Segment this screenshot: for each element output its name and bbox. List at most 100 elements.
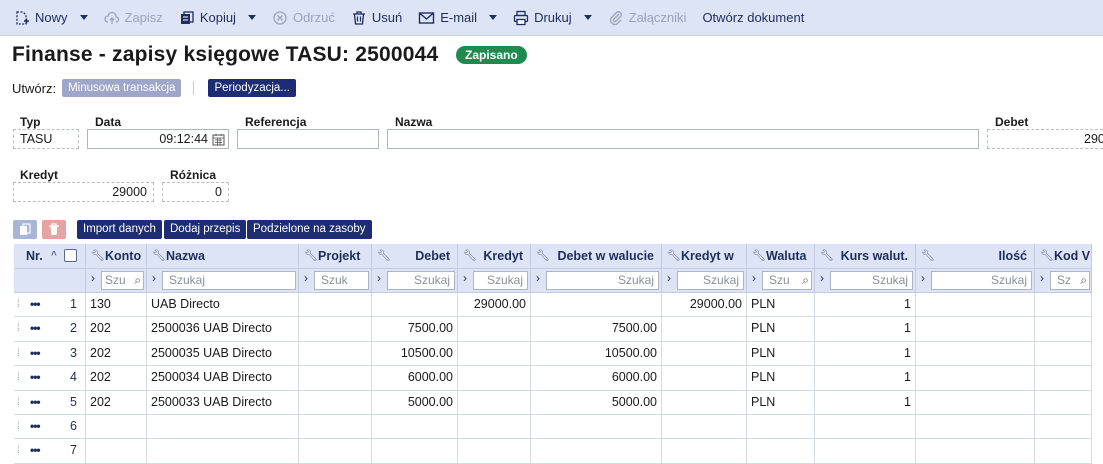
cell-waluta[interactable]: PLN — [747, 366, 815, 391]
debit-field[interactable]: 29000 — [987, 129, 1103, 149]
chevron-right-icon[interactable]: › — [377, 271, 381, 285]
more-options-icon[interactable]: ••• — [30, 439, 41, 462]
more-options-icon[interactable]: ••• — [30, 293, 41, 316]
table-row[interactable]: ⁞ ••• 1 130 UAB Directo 29000.00 29000.00 PLN 1 — [14, 293, 1092, 318]
cell-waluta[interactable] — [747, 439, 815, 464]
column-header-projekt[interactable]: 🔧︎ Projekt — [299, 244, 372, 269]
periodization-button[interactable]: Periodyzacja... — [208, 79, 296, 97]
cell-debet[interactable]: 6000.00 — [372, 366, 458, 391]
chevron-right-icon[interactable]: › — [752, 271, 756, 285]
cell-kod[interactable] — [1035, 415, 1092, 440]
chevron-right-icon[interactable]: › — [463, 271, 467, 285]
cell-kredyt[interactable] — [458, 341, 531, 367]
cell-kod[interactable] — [1035, 366, 1092, 391]
drag-handle-icon[interactable]: ⁞ — [17, 415, 20, 438]
row-number-cell[interactable]: ⁞ ••• 5 — [14, 390, 86, 415]
cell-kurs[interactable]: 1 — [815, 390, 916, 415]
drag-handle-icon[interactable]: ⁞ — [17, 293, 20, 316]
drag-handle-icon[interactable]: ⁞ — [17, 342, 20, 365]
chevron-right-icon[interactable]: › — [667, 271, 671, 285]
cell-nazwa[interactable] — [147, 415, 299, 440]
cell-kredyt-w[interactable] — [662, 317, 747, 342]
cell-projekt[interactable] — [299, 439, 372, 464]
cell-debet[interactable]: 5000.00 — [372, 390, 458, 415]
calendar-icon[interactable] — [212, 133, 225, 146]
drag-handle-icon[interactable]: ⁞ — [17, 366, 20, 389]
more-options-icon[interactable]: ••• — [30, 317, 41, 340]
save-button[interactable]: Zapisz — [103, 0, 163, 36]
chevron-right-icon[interactable]: › — [921, 271, 925, 285]
copy-button[interactable]: Kopiuj — [179, 0, 256, 36]
cell-ilosc[interactable] — [916, 317, 1035, 342]
cell-nazwa[interactable]: 2500034 UAB Directo — [147, 366, 299, 391]
chevron-right-icon[interactable]: › — [536, 271, 540, 285]
delete-row-button[interactable] — [42, 220, 66, 239]
more-options-icon[interactable]: ••• — [30, 391, 41, 414]
row-number-cell[interactable]: ⁞ ••• 6 — [14, 415, 86, 440]
cell-kredyt[interactable] — [458, 317, 531, 342]
new-button[interactable]: Nowy — [14, 0, 88, 36]
table-row[interactable]: ⁞ ••• 4 202 2500034 UAB Directo 6000.00 6000.0… — [14, 366, 1092, 391]
select-all-checkbox[interactable] — [64, 249, 77, 262]
copy-caret-icon[interactable] — [247, 15, 256, 20]
cell-kod[interactable] — [1035, 439, 1092, 464]
new-caret-icon[interactable] — [79, 15, 88, 20]
cell-kredyt-w[interactable] — [662, 439, 747, 464]
cell-nazwa[interactable]: 2500035 UAB Directo — [147, 341, 299, 367]
cell-kredyt-w[interactable] — [662, 366, 747, 391]
cell-kurs[interactable] — [815, 439, 916, 464]
table-row[interactable]: ⁞ ••• 6 — [14, 415, 1092, 440]
column-header-kod[interactable]: 🔧︎ Kod V — [1035, 244, 1092, 269]
cell-projekt[interactable] — [299, 293, 372, 318]
filter-kurs[interactable]: Szukaj — [830, 271, 913, 290]
cell-kredyt[interactable] — [458, 366, 531, 391]
column-header-kurs[interactable]: 🔧︎ Kurs walut. — [815, 244, 916, 269]
table-row[interactable]: ⁞ ••• 3 202 2500035 UAB Directo 10500.00 10500… — [14, 341, 1092, 367]
cell-nazwa[interactable]: 2500036 UAB Directo — [147, 317, 299, 342]
chevron-right-icon[interactable]: › — [1040, 271, 1044, 285]
filter-waluta[interactable]: Szu ⌕ — [762, 271, 812, 290]
cell-kod[interactable] — [1035, 341, 1092, 367]
cell-konto[interactable] — [86, 415, 147, 440]
cell-ilosc[interactable] — [916, 390, 1035, 415]
cell-debet-w[interactable]: 5000.00 — [531, 390, 662, 415]
cell-kredyt[interactable]: 29000.00 — [458, 293, 531, 318]
table-row[interactable]: ⁞ ••• 7 — [14, 439, 1092, 464]
cell-kredyt[interactable] — [458, 415, 531, 440]
cell-debet[interactable] — [372, 439, 458, 464]
column-header-konto[interactable]: 🔧︎ Konto — [86, 244, 147, 269]
column-header-nr[interactable]: Nr. ^ — [14, 244, 86, 269]
cell-waluta[interactable]: PLN — [747, 341, 815, 367]
filter-projekt[interactable]: Szuk — [314, 271, 369, 290]
cell-konto[interactable]: 202 — [86, 341, 147, 367]
cell-debet-w[interactable]: 10500.00 — [531, 341, 662, 367]
date-field[interactable]: 09:12:44 — [87, 129, 229, 149]
cell-kurs[interactable] — [815, 415, 916, 440]
row-number-cell[interactable]: ⁞ ••• 3 — [14, 341, 86, 367]
cell-kredyt-w[interactable] — [662, 390, 747, 415]
cell-projekt[interactable] — [299, 390, 372, 415]
chevron-right-icon[interactable]: › — [91, 271, 95, 285]
filter-kod[interactable]: Sz ⌕ — [1050, 271, 1090, 290]
filter-kredyt-w[interactable]: Szukaj — [677, 271, 744, 290]
row-number-cell[interactable]: ⁞ ••• 4 — [14, 366, 86, 391]
discard-button[interactable]: Odrzuć — [272, 0, 335, 36]
cell-debet[interactable] — [372, 293, 458, 318]
cell-konto[interactable]: 202 — [86, 366, 147, 391]
filter-kredyt[interactable]: Szukaj — [473, 271, 528, 290]
type-field[interactable]: TASU — [13, 129, 79, 149]
cell-ilosc[interactable] — [916, 415, 1035, 440]
cell-kurs[interactable]: 1 — [815, 366, 916, 391]
email-button[interactable]: E-mail — [418, 0, 498, 36]
cell-waluta[interactable] — [747, 415, 815, 440]
cell-kod[interactable] — [1035, 293, 1092, 318]
cell-projekt[interactable] — [299, 366, 372, 391]
email-caret-icon[interactable] — [489, 15, 498, 20]
cell-nazwa[interactable] — [147, 439, 299, 464]
cell-projekt[interactable] — [299, 317, 372, 342]
chevron-right-icon[interactable]: › — [152, 271, 156, 285]
filter-ilosc[interactable]: Szukaj — [931, 271, 1032, 290]
column-header-nazwa[interactable]: 🔧︎ Nazwa — [147, 244, 299, 269]
cell-kurs[interactable]: 1 — [815, 293, 916, 318]
column-header-debet[interactable]: 🔧︎ Debet — [372, 244, 458, 269]
